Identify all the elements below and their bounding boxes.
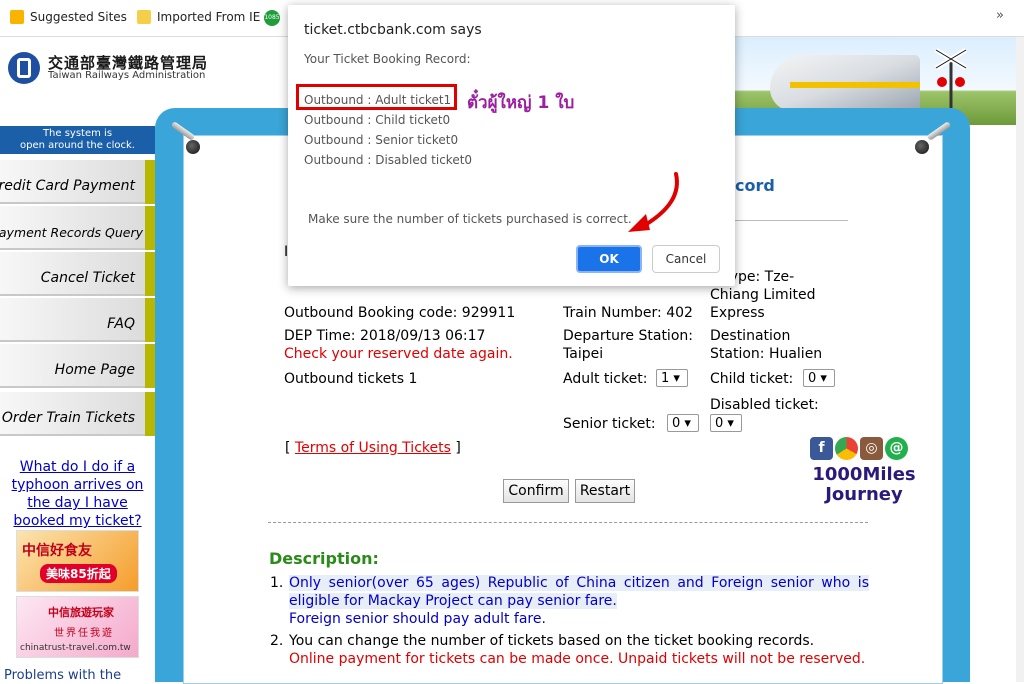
outbound-tickets: Outbound tickets 1	[284, 371, 418, 387]
dep-time: DEP Time: 2018/09/13 06:17	[284, 328, 486, 344]
child-ticket-select[interactable]: 0 ▾	[803, 369, 835, 387]
train-stripe	[790, 82, 920, 88]
nav-stripe	[145, 160, 155, 204]
bookmark-suggested-sites[interactable]: Suggested Sites	[10, 10, 127, 24]
senior-ticket-label: Senior ticket:	[563, 416, 656, 432]
disabled-ticket-select[interactable]: 0 ▾	[710, 414, 742, 432]
adult-ticket-label: Adult ticket:	[563, 371, 648, 387]
child-ticket-label: Child ticket:	[710, 371, 794, 387]
sidebar-item-cancel-ticket[interactable]: Cancel Ticket	[0, 252, 145, 296]
banner-travel-url: chinatrust-travel.com.tw	[20, 643, 131, 653]
dialog-line-senior: Outbound : Senior ticket0	[304, 133, 459, 147]
nav-stripe	[145, 344, 155, 388]
confirm-button[interactable]: Confirm	[503, 479, 569, 503]
nav-stripe	[145, 252, 155, 296]
adult-ticket-select[interactable]: 1 ▾	[656, 369, 688, 387]
nav-stripe	[145, 298, 155, 342]
badge-icon: 1085	[264, 10, 280, 26]
nav-stripe	[145, 392, 155, 436]
sidebar-item-credit-card-payment[interactable]: Credit Card Payment	[0, 160, 145, 204]
line-icon[interactable]: @	[885, 437, 908, 460]
railway-crossing-icon	[934, 48, 968, 108]
train-number: Train Number: 402	[563, 305, 693, 321]
terms-link-wrapper: [ Terms of Using Tickets ]	[285, 440, 461, 456]
divider	[268, 522, 868, 523]
chrome-icon[interactable]	[835, 437, 858, 460]
departure-station: Departure Station: Taipei	[563, 328, 693, 362]
bookmark-imported-from-ie[interactable]: Imported From IE	[137, 10, 260, 24]
ok-button[interactable]: OK	[576, 245, 642, 273]
bookmark-badge[interactable]: 1085	[264, 10, 280, 26]
dialog-footer-note: Make sure the number of tickets purchase…	[308, 212, 632, 226]
senior-ticket-select[interactable]: 0 ▾	[667, 414, 699, 432]
dialog-title: ticket.ctbcbank.com says	[304, 22, 482, 38]
1000miles-journey-logo[interactable]: 1000Miles Journey	[808, 465, 920, 505]
bing-icon	[10, 10, 24, 24]
online-payment-note: Online payment for tickets can be made o…	[289, 651, 866, 667]
banner-travel-title: 中信旅遊玩家	[48, 606, 114, 619]
open-hours-note: The system is open around the clock.	[0, 126, 155, 154]
typhoon-faq-link[interactable]: What do I do if a typhoon arrives on the…	[6, 458, 149, 530]
instagram-icon[interactable]: ◎	[860, 437, 883, 460]
banner-food-title: 中信好食友	[22, 543, 92, 559]
dialog-line-disabled: Outbound : Disabled ticket0	[304, 153, 473, 167]
pin-icon	[186, 140, 200, 154]
problems-text: Problems with the	[4, 668, 122, 683]
nav-stripe	[145, 206, 155, 250]
annotation-thai-note: ตั๋วผู้ใหญ่ 1 ใบ	[467, 93, 575, 113]
org-name-en: Taiwan Railways Administration	[48, 70, 206, 81]
disabled-ticket-label: Disabled ticket:	[710, 397, 819, 413]
restart-button[interactable]: Restart	[575, 479, 635, 503]
change-tickets-note: You can change the number of tickets bas…	[289, 633, 815, 649]
sidebar-item-faq[interactable]: FAQ	[0, 298, 145, 342]
annotation-highlight-box	[296, 84, 457, 110]
banner-food-discount: 美味85折起	[40, 564, 117, 583]
terms-of-using-tickets-link[interactable]: Terms of Using Tickets	[295, 440, 451, 456]
description-item-1: 1. Only senior(over 65 ages) Republic of…	[270, 575, 869, 627]
check-date-warning: Check your reserved date again.	[284, 346, 513, 362]
sidebar-item-home-page[interactable]: Home Page	[0, 344, 145, 388]
dialog-message: Your Ticket Booking Record:	[304, 52, 471, 66]
facebook-icon[interactable]: f	[810, 437, 833, 460]
record-title: cord	[735, 176, 775, 195]
bookmarks-overflow-icon[interactable]: »	[996, 8, 1004, 23]
senior-fare-note: Only senior(over 65 ages) Republic of Ch…	[289, 575, 869, 609]
sidebar-item-order-train-tickets[interactable]: Order Train Tickets	[0, 392, 145, 436]
pin-icon	[915, 140, 929, 154]
banner-travel-subtitle: 世界任我遊	[54, 628, 114, 639]
dialog-line-child: Outbound : Child ticket0	[304, 113, 451, 127]
booking-code: Outbound Booking code: 929911	[284, 305, 516, 321]
description-item-2: 2. You can change the number of tickets …	[270, 633, 866, 667]
sidebar-item-payment-records-query[interactable]: Payment Records Query	[0, 206, 145, 250]
social-icons: f ◎ @	[810, 437, 910, 460]
foreign-senior-note: Foreign senior should pay adult fare.	[289, 611, 546, 627]
description-title: Description:	[269, 549, 379, 568]
folder-icon	[137, 10, 151, 24]
cancel-button[interactable]: Cancel	[652, 245, 720, 273]
tra-logo-icon[interactable]	[8, 52, 40, 84]
page-scrollbar[interactable]	[1016, 37, 1024, 682]
destination-station: Destination Station: Hualien	[710, 328, 823, 362]
annotation-arrow-icon	[628, 172, 679, 232]
